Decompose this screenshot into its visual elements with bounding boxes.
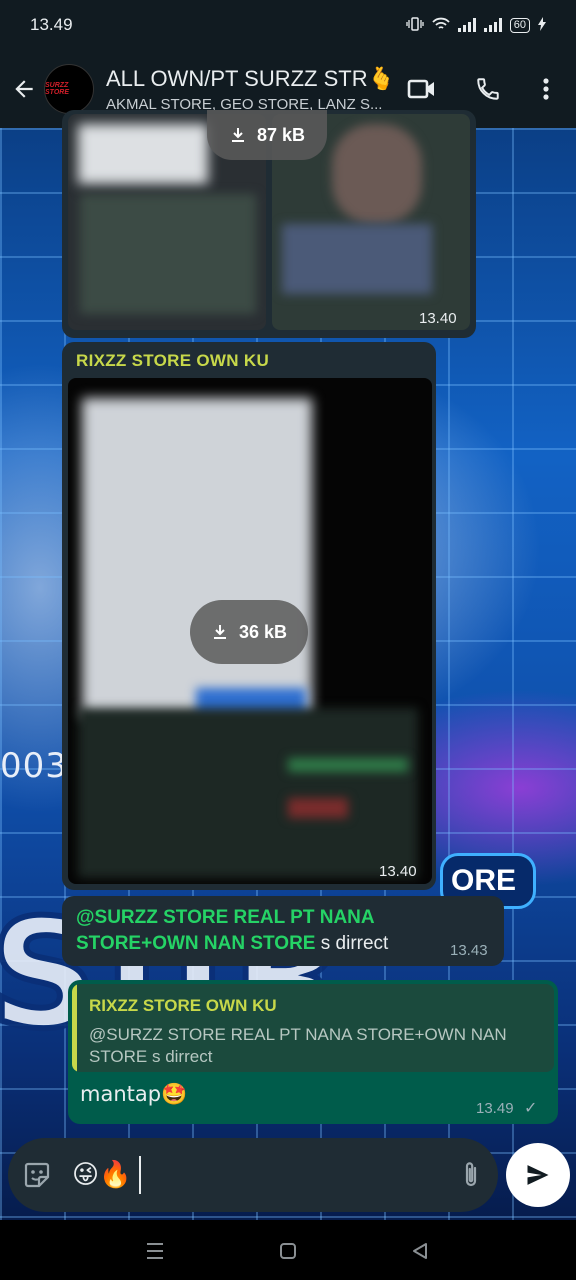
system-navigation-bar xyxy=(0,1220,576,1280)
download-button[interactable]: 36 kB xyxy=(190,600,308,664)
status-time: 13.49 xyxy=(30,15,73,34)
phone-icon xyxy=(477,78,499,100)
message-text-content: mantap🤩 xyxy=(80,1082,188,1106)
home-square-icon xyxy=(280,1243,296,1259)
back-button[interactable] xyxy=(6,71,42,107)
charging-icon xyxy=(538,16,546,34)
quoted-text: @SURZZ STORE REAL PT NANA STORE+OWN NAN … xyxy=(89,1025,507,1066)
download-button[interactable]: 87 kB xyxy=(207,110,327,160)
quoted-sender: RIXZZ STORE OWN KU xyxy=(89,996,277,1015)
menu-button[interactable] xyxy=(529,72,563,106)
download-size: 87 kB xyxy=(256,124,306,145)
video-call-button[interactable] xyxy=(405,72,439,106)
sticker-button[interactable] xyxy=(20,1158,54,1192)
video-camera-icon xyxy=(407,79,434,99)
download-icon xyxy=(231,128,244,142)
voice-call-button[interactable] xyxy=(471,72,505,106)
attach-button[interactable] xyxy=(454,1158,488,1192)
message-image-album[interactable]: 87 kB 13.40 xyxy=(62,110,476,338)
avatar-logo-text: SURZZ STORE xyxy=(45,82,69,96)
sticker-icon xyxy=(24,1162,50,1188)
recent-apps-button[interactable] xyxy=(142,1238,168,1264)
download-size: 36 kB xyxy=(238,621,288,642)
group-info[interactable]: ALL OWN/PT SURZZ STR🫰 AKMAL STORE, GEO S… xyxy=(106,66,396,113)
send-button[interactable] xyxy=(506,1143,570,1207)
arrow-left-icon xyxy=(15,80,33,98)
battery-icon: 60 xyxy=(509,17,530,33)
message-time: 13.49 xyxy=(476,1100,514,1117)
text-cursor xyxy=(139,1156,141,1194)
group-avatar[interactable]: SURZZ STORE xyxy=(44,64,94,114)
group-name: ALL OWN/PT SURZZ STR🫰 xyxy=(106,65,395,91)
status-bar: 13.49 60 xyxy=(0,0,576,50)
message-time: 13.40 xyxy=(419,310,457,327)
triangle-back-icon xyxy=(413,1243,427,1259)
wifi-icon xyxy=(432,17,450,34)
download-icon xyxy=(213,625,226,639)
message-text[interactable]: @SURZZ STORE REAL PT NANA STORE+OWN NAN … xyxy=(62,896,504,966)
home-button[interactable] xyxy=(275,1238,301,1264)
message-body: @SURZZ STORE REAL PT NANA STORE+OWN NAN … xyxy=(76,905,436,957)
quoted-message[interactable]: RIXZZ STORE OWN KU @SURZZ STORE REAL PT … xyxy=(72,984,554,1072)
send-icon xyxy=(527,1165,549,1185)
message-composer: 😜🔥 xyxy=(8,1138,498,1212)
sent-check-icon: ✓ xyxy=(524,1100,538,1117)
paperclip-icon xyxy=(465,1162,477,1187)
status-icons: 60 xyxy=(406,16,546,34)
vibrate-icon xyxy=(406,16,424,34)
back-nav-button[interactable] xyxy=(407,1238,433,1264)
message-reply-outgoing[interactable]: RIXZZ STORE OWN KU @SURZZ STORE REAL PT … xyxy=(68,980,558,1124)
signal-2-icon xyxy=(483,18,502,32)
message-text-content: s dirrect xyxy=(315,933,389,954)
message-image[interactable]: RIXZZ STORE OWN KU 36 kB 13.40 xyxy=(62,342,436,890)
message-input[interactable]: 😜🔥 xyxy=(72,1160,131,1190)
more-vertical-icon xyxy=(543,78,549,100)
message-time: 13.43 xyxy=(450,942,488,959)
message-time: 13.40 xyxy=(379,863,417,880)
sender-name: RIXZZ STORE OWN KU xyxy=(76,351,270,370)
menu-lines-icon xyxy=(147,1243,163,1259)
signal-icon xyxy=(457,18,476,32)
